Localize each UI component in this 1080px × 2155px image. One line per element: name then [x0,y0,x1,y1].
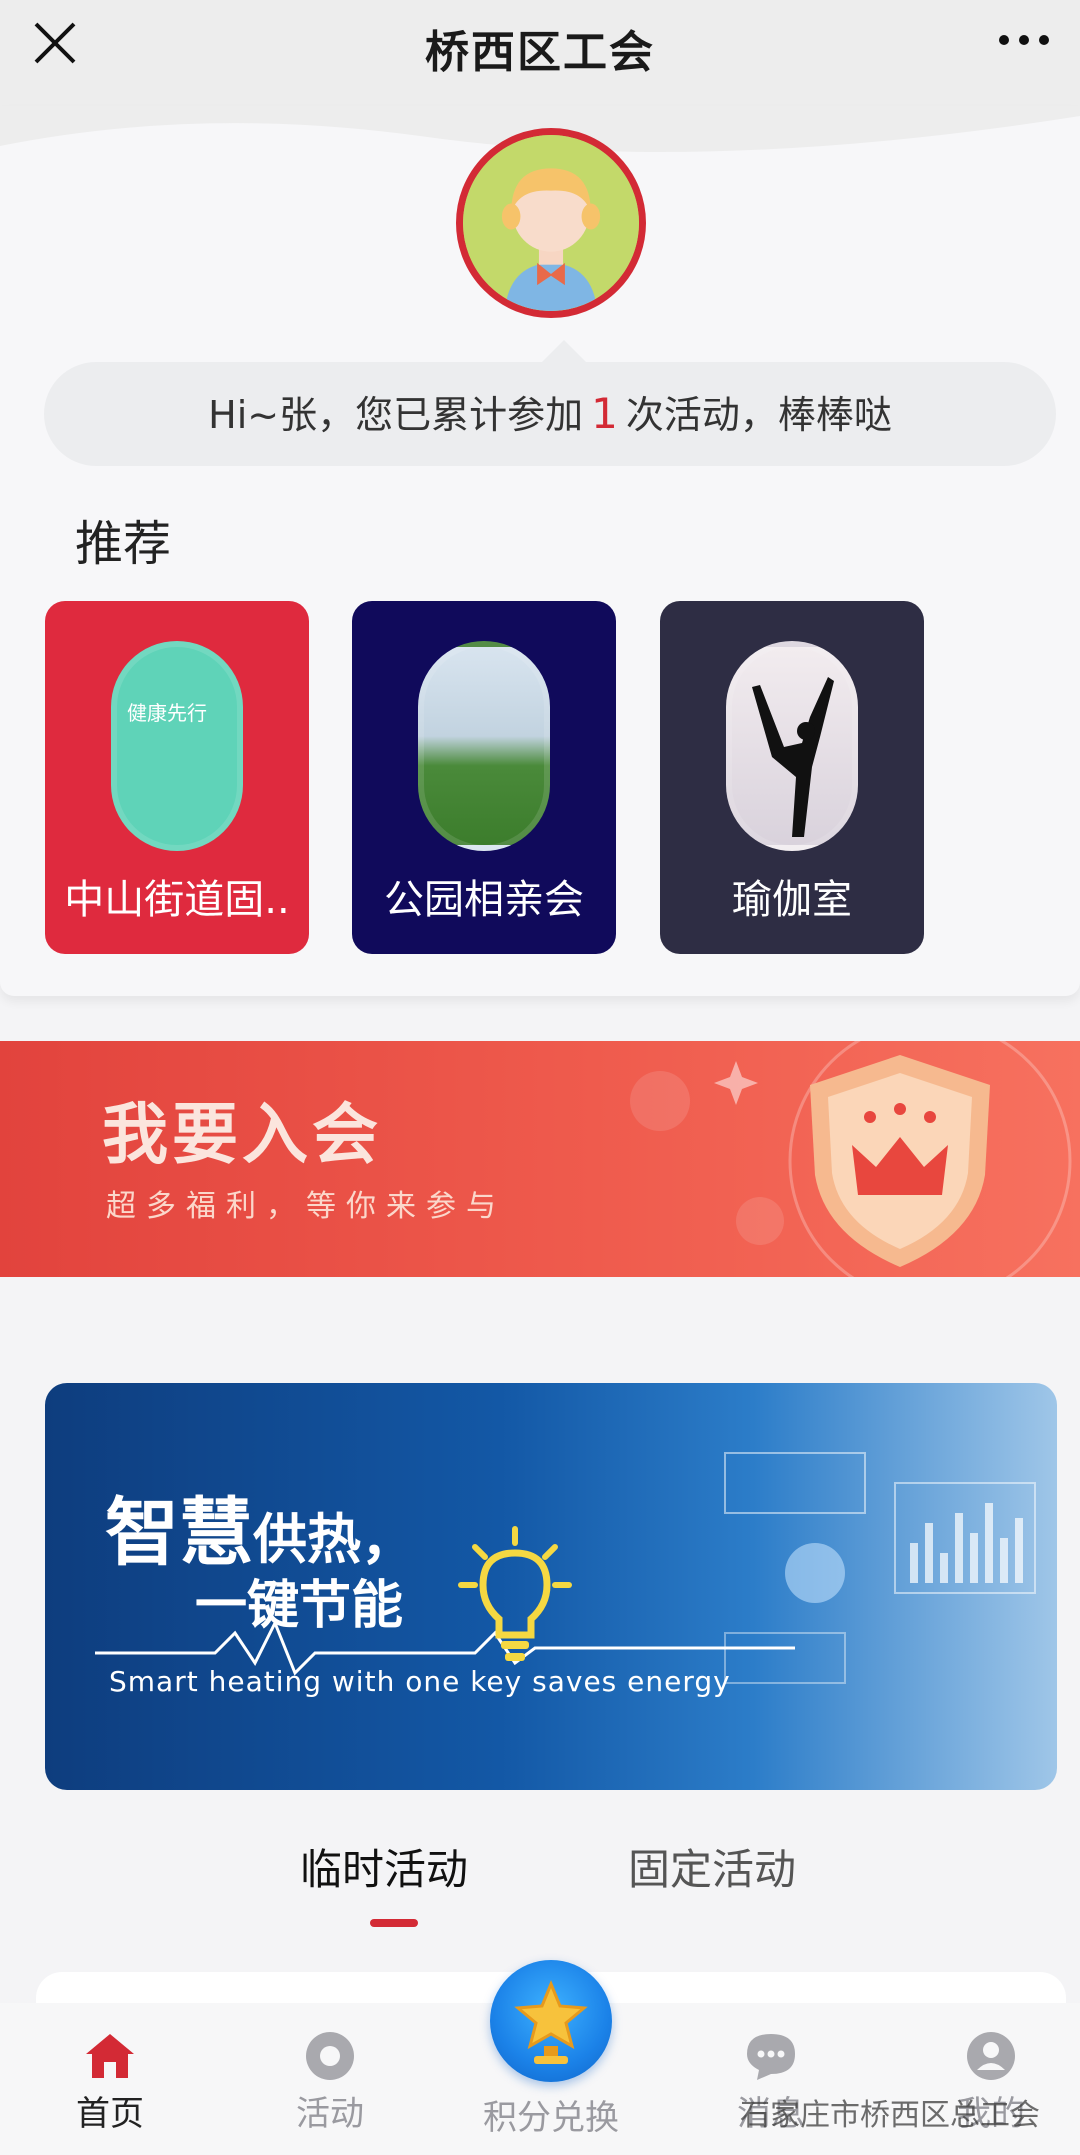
recommend-card-label: 公园相亲会 [384,877,584,923]
activity-count: 1 [591,389,618,438]
avatar-illustration [463,135,639,311]
tabbar-home-label: 首页 [76,2094,144,2134]
more-icon[interactable] [996,26,1052,54]
recommend-card-label: 瑜伽室 [732,877,852,923]
yoga-silhouette [752,677,834,837]
recommend-image [726,641,858,851]
bubble-tail [540,340,588,364]
message-icon [747,2034,795,2080]
watermark: 石家庄市桥西区总工会 [740,2098,1040,2133]
recommend-card[interactable]: 健康先行 中山街道固.. [45,601,309,954]
heating-title-small: 供热， [253,1508,415,1571]
recommend-image: 健康先行 [111,641,243,851]
avatar[interactable] [456,128,646,318]
join-banner-title: 我要入会 [102,1096,382,1173]
tabbar-home[interactable]: 首页 [35,2030,185,2135]
star-trophy-icon [514,1980,588,2064]
join-union-banner[interactable]: 我要入会 超多福利，等你来参与 [0,1041,1080,1277]
recommend-card[interactable]: 瑜伽室 [660,601,924,954]
tab-temporary-activities[interactable]: 临时活动 [300,1836,468,1897]
tab-fixed-activities[interactable]: 固定活动 [628,1836,796,1897]
navbar: 桥西区工会 [0,0,1080,106]
image-caption: 健康先行 [127,701,207,725]
greeting-suffix: 次活动，棒棒哒 [625,393,892,437]
greeting-prefix: Hi~张，您已累计参加 [208,393,584,437]
recommend-card[interactable]: 公园相亲会 [352,601,616,954]
page-title: 桥西区工会 [425,27,655,78]
heating-title-line2: 一键节能 [195,1576,404,1636]
lightbulb-icon [458,1526,572,1661]
recommend-title: 推荐 [75,516,172,572]
home-icon [86,2034,134,2078]
recommend-card-label: 中山街道固.. [64,877,290,923]
recommend-image [418,641,550,851]
user-icon [967,2032,1015,2080]
crown-shield-icon [810,1055,990,1267]
active-tab-indicator [370,1919,418,1927]
smart-heating-banner[interactable]: 智慧供热， 一键节能 Smart heating with one key sa… [45,1383,1057,1790]
greeting-text: Hi~张，您已累计参加 1 次活动，棒棒哒 [44,362,1056,466]
tabbar-activity[interactable]: 活动 [255,2030,405,2135]
join-banner-subtitle: 超多福利，等你来参与 [106,1189,506,1224]
heating-english-caption: Smart heating with one key saves energy [109,1665,731,1698]
points-exchange-button[interactable] [490,1960,612,2082]
activity-icon [306,2032,354,2080]
tabbar-activity-label: 活动 [296,2094,364,2134]
tabbar-points-label[interactable]: 积分兑换 [470,2090,632,2139]
